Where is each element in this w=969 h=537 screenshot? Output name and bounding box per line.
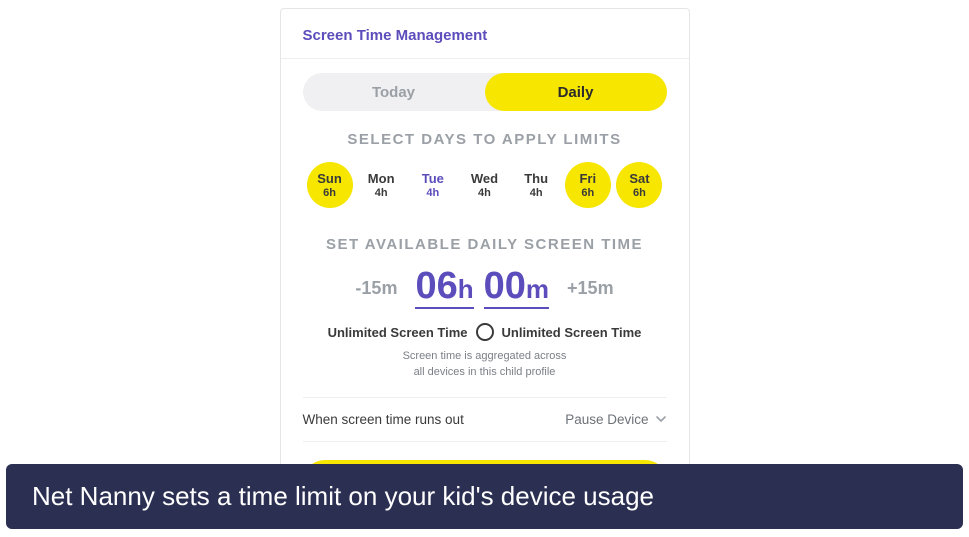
decrease-button[interactable]: -15m xyxy=(355,278,397,299)
day-hours: 4h xyxy=(478,187,491,199)
unlimited-label-left: Unlimited Screen Time xyxy=(328,325,468,340)
set-time-title: SET AVAILABLE DAILY SCREEN TIME xyxy=(303,236,667,253)
tab-daily[interactable]: Daily xyxy=(485,73,667,111)
time-adjust-row: -15m 06 h 00 m +15m xyxy=(303,267,667,309)
runout-label: When screen time runs out xyxy=(303,412,464,427)
note-line2: all devices in this child profile xyxy=(414,366,556,378)
hours-unit: h xyxy=(458,276,474,302)
hours-part[interactable]: 06 h xyxy=(415,267,473,309)
day-sat[interactable]: Sat 6h xyxy=(616,162,662,208)
screen-time-card: Screen Time Management Today Daily SELEC… xyxy=(280,8,690,517)
time-display: 06 h 00 m xyxy=(415,267,549,309)
day-sun[interactable]: Sun 6h xyxy=(307,162,353,208)
unlimited-row: Unlimited Screen Time Unlimited Screen T… xyxy=(303,323,667,341)
runout-row: When screen time runs out Pause Device xyxy=(303,397,667,442)
day-label: Sat xyxy=(629,171,649,186)
day-selector: Sun 6h Mon 4h Tue 4h Wed 4h Thu 4h Fri 6… xyxy=(303,162,667,208)
minutes-part[interactable]: 00 m xyxy=(484,267,549,309)
runout-value: Pause Device xyxy=(565,412,648,427)
aggregate-note: Screen time is aggregated across all dev… xyxy=(303,349,667,381)
unlimited-radio[interactable] xyxy=(476,323,494,341)
unlimited-label-right: Unlimited Screen Time xyxy=(502,325,642,340)
day-hours: 6h xyxy=(323,187,336,199)
minutes-unit: m xyxy=(526,276,549,302)
day-tue[interactable]: Tue 4h xyxy=(410,162,456,208)
day-label: Thu xyxy=(524,171,548,186)
select-days-title: SELECT DAYS TO APPLY LIMITS xyxy=(303,131,667,148)
card-title: Screen Time Management xyxy=(281,9,689,59)
day-mon[interactable]: Mon 4h xyxy=(358,162,404,208)
chevron-down-icon xyxy=(655,413,667,425)
day-fri[interactable]: Fri 6h xyxy=(565,162,611,208)
day-label: Sun xyxy=(317,171,342,186)
increase-button[interactable]: +15m xyxy=(567,278,614,299)
day-label: Fri xyxy=(579,171,596,186)
day-label: Mon xyxy=(368,171,395,186)
day-hours: 4h xyxy=(530,187,543,199)
tab-today[interactable]: Today xyxy=(303,73,485,111)
runout-select[interactable]: Pause Device xyxy=(565,412,666,427)
hours-value: 06 xyxy=(415,267,457,305)
minutes-value: 00 xyxy=(484,267,526,305)
day-label: Tue xyxy=(422,171,444,186)
card-body: Today Daily SELECT DAYS TO APPLY LIMITS … xyxy=(281,59,689,516)
note-line1: Screen time is aggregated across xyxy=(403,350,567,362)
day-hours: 4h xyxy=(426,187,439,199)
tab-group: Today Daily xyxy=(303,73,667,111)
day-label: Wed xyxy=(471,171,498,186)
day-wed[interactable]: Wed 4h xyxy=(461,162,507,208)
caption-bar: Net Nanny sets a time limit on your kid'… xyxy=(6,464,963,529)
day-thu[interactable]: Thu 4h xyxy=(513,162,559,208)
day-hours: 4h xyxy=(375,187,388,199)
day-hours: 6h xyxy=(633,187,646,199)
day-hours: 6h xyxy=(581,187,594,199)
